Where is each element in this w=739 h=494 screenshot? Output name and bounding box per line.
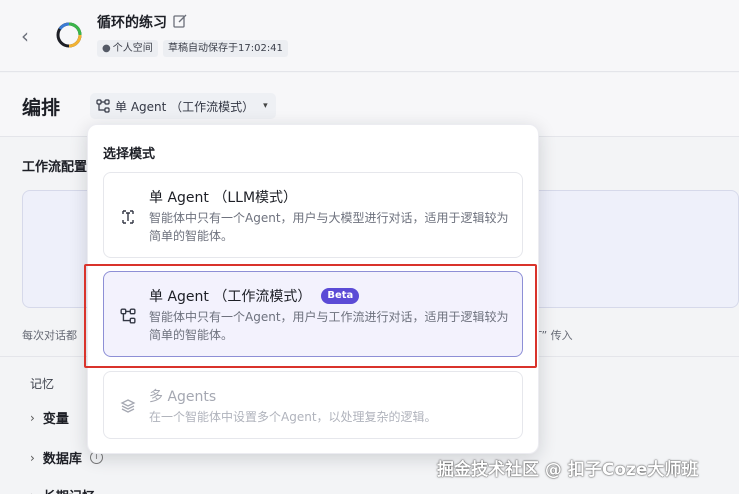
dropdown-heading: 选择模式 (103, 147, 156, 162)
option-description: 在一个智能体中设置多个Agent，以处理复杂的逻辑。 (149, 410, 437, 424)
config-note-left: 每次对话都 (22, 329, 77, 342)
workflow-icon (96, 99, 110, 113)
chevron-right-icon: › (30, 450, 35, 465)
space-tag-label: 个人空间 (112, 43, 153, 54)
autosave-tag-label: 草稿自动保存于17:02:41 (168, 43, 283, 54)
chevron-down-icon: ▾ (263, 101, 268, 111)
option-title: 多 Agents (149, 386, 216, 406)
option-title-text: 多 Agents (149, 389, 217, 405)
chevron-right-icon: › (30, 410, 35, 425)
space-tag: ● 个人空间 (97, 40, 158, 57)
autosave-tag: 草稿自动保存于17:02:41 (163, 40, 288, 57)
multi-agents-icon (120, 399, 136, 413)
highlight-box (84, 264, 537, 368)
edit-icon[interactable] (172, 13, 188, 29)
option-description: 智能体中只有一个Agent，用户与大模型进行对话，适用于逻辑较为简单的智能体。 (149, 211, 509, 243)
bot-title: 循环的练习 (97, 15, 167, 31)
llm-mode-icon (122, 210, 134, 224)
bot-avatar-icon (56, 22, 82, 48)
app-header: ‹ 循环的练习 ● 个人空间 草稿自动保存于17:02:41 (0, 0, 739, 72)
long-term-memory-row[interactable]: › 长期记忆 (30, 486, 95, 494)
workflow-config-label: 工作流配置 (22, 160, 88, 175)
user-icon: ● (102, 43, 111, 54)
option-single-agent-llm[interactable]: 单 Agent （LLM模式） 智能体中只有一个Agent，用户与大模型进行对话… (103, 172, 523, 258)
mode-select-label: 单 Agent （工作流模式） (115, 99, 255, 114)
database-label: 数据库 (42, 452, 82, 467)
mode-select[interactable]: 单 Agent （工作流模式） ▾ (90, 93, 276, 119)
option-title: 单 Agent （LLM模式） (149, 187, 297, 207)
option-multi-agents[interactable]: 多 Agents 在一个智能体中设置多个Agent，以处理复杂的逻辑。 (103, 371, 523, 439)
back-button[interactable]: ‹ (14, 24, 36, 48)
long-term-memory-label: 长期记忆 (43, 486, 95, 494)
config-note-right: T” 传入 (535, 329, 573, 342)
page: ‹ 循环的练习 ● 个人空间 草稿自动保存于17:02:41 编排 单 Agent… (0, 0, 739, 494)
variables-label: 变量 (42, 412, 69, 427)
section-title: 编排 (22, 97, 61, 119)
watermark: 掘金技术社区 @ 扣子Coze大师班 (437, 460, 699, 480)
chevron-right-icon: › (30, 489, 35, 494)
option-title-text: 单 Agent （LLM模式） (149, 190, 298, 206)
variables-row[interactable]: › 变量 (30, 408, 69, 428)
memory-label: 记忆 (30, 377, 55, 391)
